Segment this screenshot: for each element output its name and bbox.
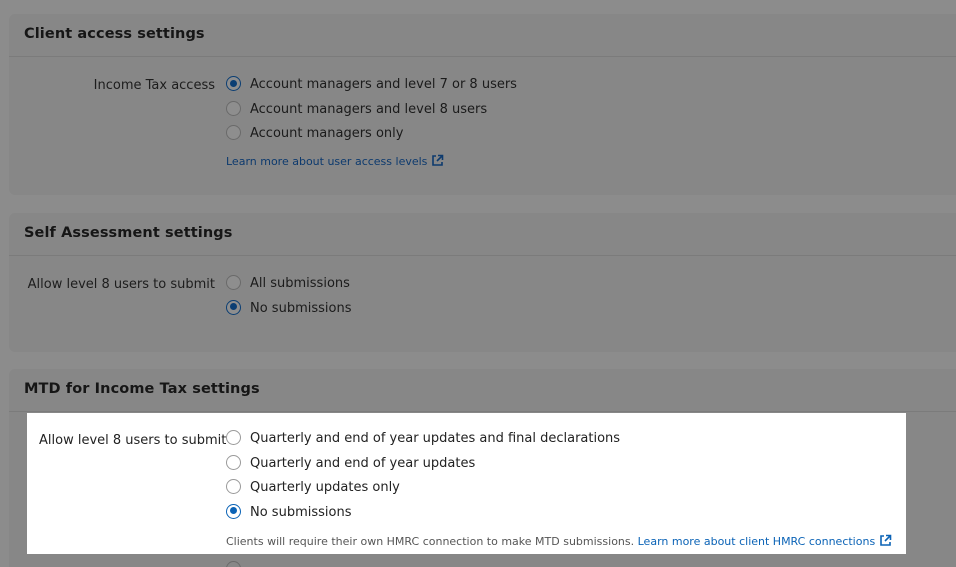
option-label: Quarterly and end of year updates and fi… <box>250 431 621 446</box>
income-tax-access-label: Income Tax access <box>93 78 215 93</box>
option-label: Account managers and level 8 users <box>250 101 488 117</box>
option-label: Quarterly updates only <box>250 480 400 496</box>
learn-more-hmrc-connections-link[interactable]: Learn more about client HMRC connections <box>637 534 893 548</box>
radio-icon[interactable] <box>226 454 241 470</box>
radio-icon[interactable] <box>226 76 241 91</box>
panel-title: Self Assessment settings <box>24 225 233 241</box>
radio-icon[interactable] <box>226 299 241 315</box>
panel-header: Self Assessment settings <box>9 213 956 256</box>
mtd-submit-label: Allow level 8 users to submit <box>39 433 227 448</box>
external-link-icon <box>432 154 444 166</box>
help-text: Clients will require their own HMRC conn… <box>226 535 638 548</box>
mtd-submit-highlight: Allow level 8 users to submit Quarterly … <box>27 413 906 554</box>
self-assessment-settings-panel: Self Assessment settings Allow level 8 u… <box>9 213 956 352</box>
option-label: Quarterly and end of year updates <box>250 455 476 471</box>
settings-page: Client access settings Income Tax access… <box>0 0 956 567</box>
option-label: No submissions <box>250 504 352 520</box>
radio-icon[interactable] <box>226 125 241 141</box>
hmrc-connection-help: Clients will require their own HMRC conn… <box>226 534 892 548</box>
radio-icon[interactable] <box>226 430 241 445</box>
radio-icon[interactable] <box>226 479 241 495</box>
sa-submit-label: Allow level 8 users to submit <box>27 277 215 292</box>
option-label: Account managers and level 7 or 8 users <box>250 77 517 92</box>
external-link-icon <box>880 534 892 546</box>
panel-title: Client access settings <box>24 26 205 42</box>
client-access-settings-panel: Client access settings Income Tax access… <box>9 14 956 195</box>
radio-icon[interactable] <box>226 100 241 116</box>
access-levels-help: Learn more about user access levels <box>226 154 444 168</box>
panel-header: Client access settings <box>9 14 956 57</box>
option-label: No submissions <box>250 300 352 316</box>
link-text: Learn more about user access levels <box>226 155 428 168</box>
link-text: Learn more about client HMRC connections <box>637 535 876 548</box>
option-label: All submissions <box>250 276 350 291</box>
panel-title: MTD for Income Tax settings <box>24 381 260 397</box>
option-label: Account managers only <box>250 126 404 142</box>
learn-more-access-levels-link[interactable]: Learn more about user access levels <box>226 154 444 168</box>
panel-header: MTD for Income Tax settings <box>9 369 956 412</box>
radio-icon[interactable] <box>226 503 241 519</box>
radio-icon[interactable] <box>226 275 241 290</box>
